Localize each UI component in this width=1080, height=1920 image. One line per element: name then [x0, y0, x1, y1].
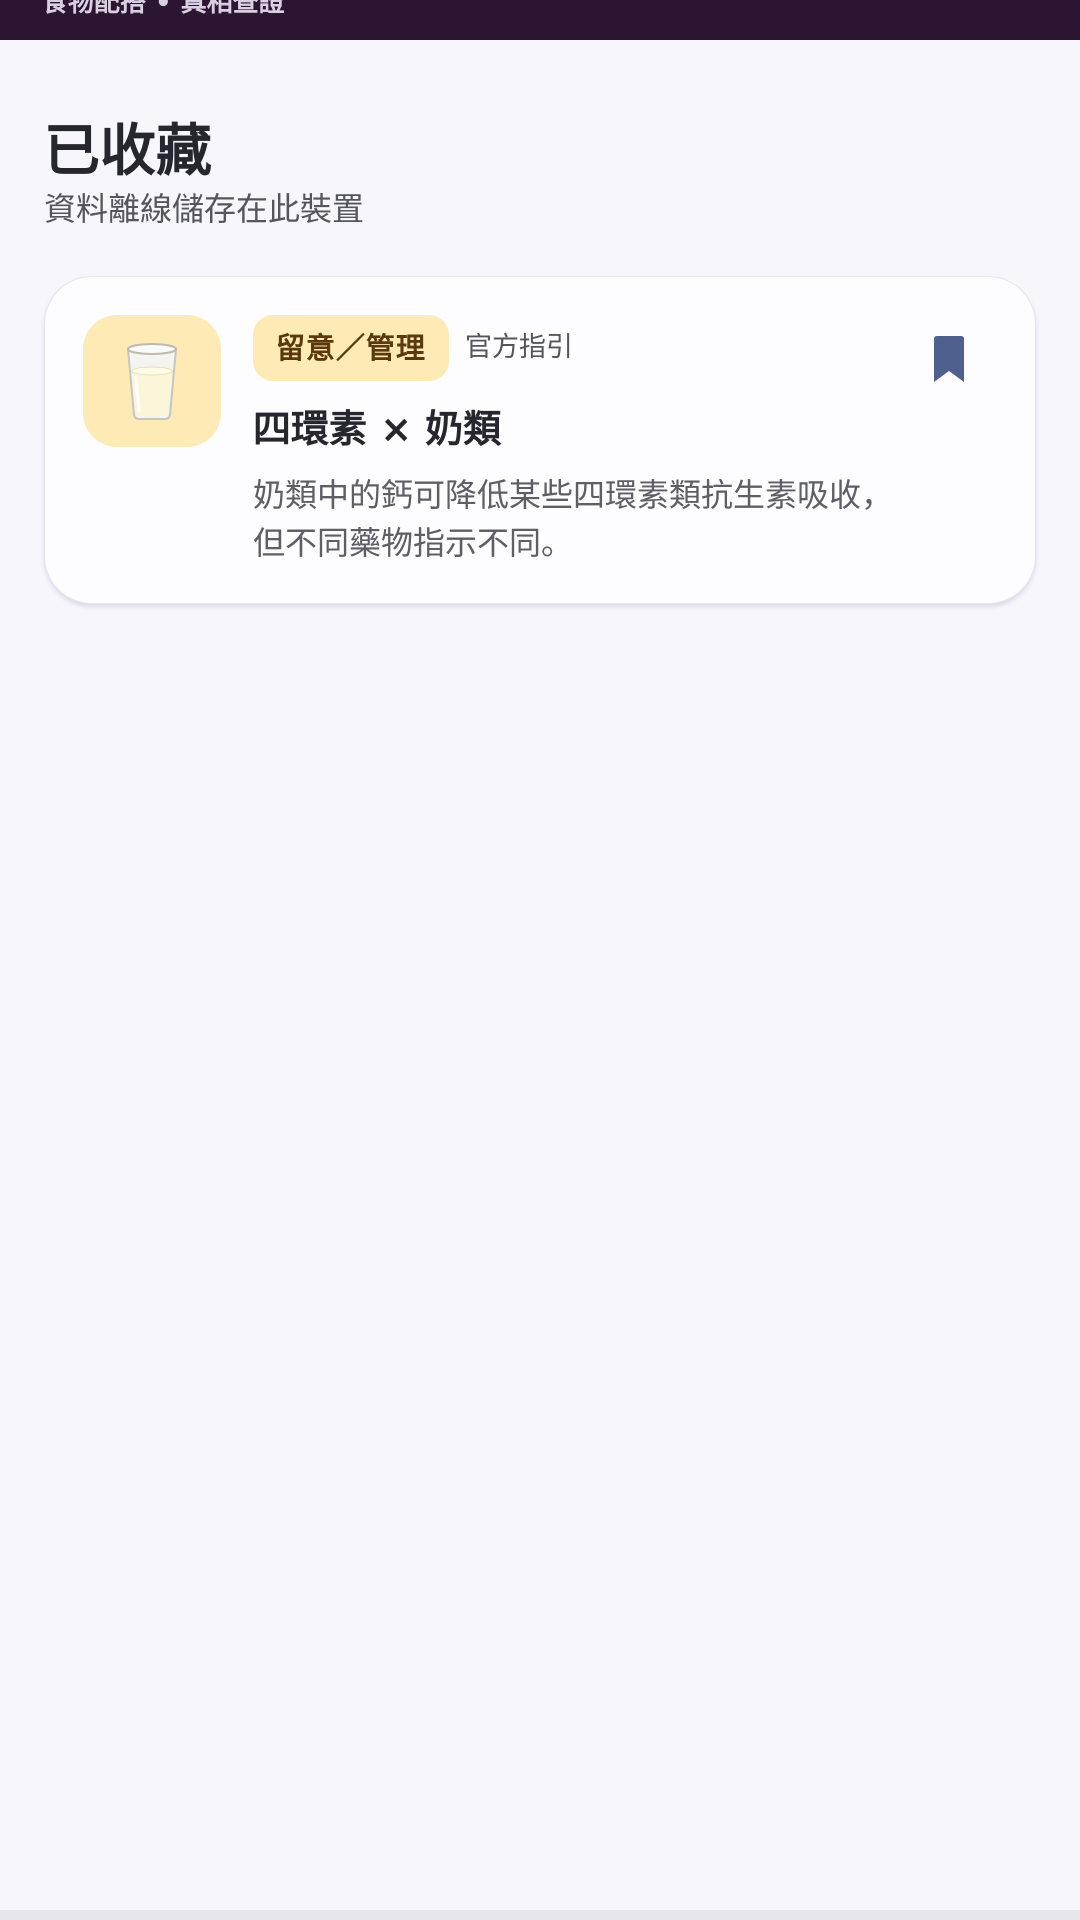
- bottom-edge: [0, 1910, 1080, 1920]
- bookmark-filled-icon: [934, 336, 964, 382]
- page-title: 已收藏: [44, 119, 212, 184]
- card-description: 奶類中的鈣可降低某些四環素類抗生素吸收，但不同藥物指示不同。: [253, 476, 894, 562]
- page-header: 已收藏 資料離線儲存在此裝置: [44, 116, 364, 230]
- source-label: 官方指引: [465, 332, 573, 363]
- app-title: 食物配搭 • 真相查證: [42, 0, 285, 18]
- food-icon-tile: [83, 315, 221, 447]
- severity-badge: 留意／管理: [253, 315, 450, 381]
- bookmark-button[interactable]: [917, 327, 981, 391]
- saved-interaction-card[interactable]: 留意／管理 官方指引 四環素 × 奶類 奶類中的鈣可降低某些四環素類抗生素吸收，…: [44, 276, 1036, 604]
- app-bar: 食物配搭 • 真相查證: [0, 0, 1080, 40]
- card-title: 四環素 × 奶類: [253, 407, 502, 451]
- milk-glass-icon: [126, 343, 178, 420]
- page-subtitle: 資料離線儲存在此裝置: [44, 190, 365, 228]
